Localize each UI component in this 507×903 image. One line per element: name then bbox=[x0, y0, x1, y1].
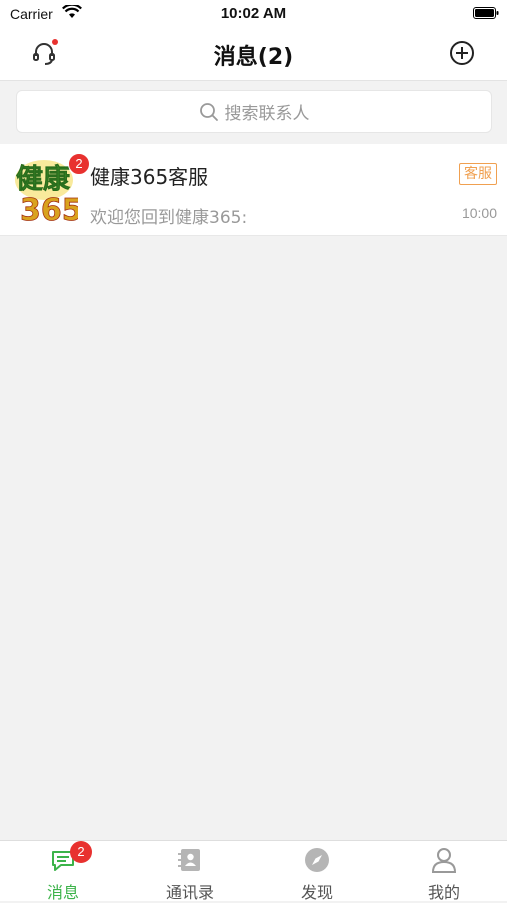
unread-badge: 2 bbox=[68, 153, 90, 175]
tab-contacts[interactable]: 通讯录 bbox=[127, 841, 253, 902]
tab-label: 发现 bbox=[300, 883, 333, 902]
tab-discover[interactable]: 发现 bbox=[254, 841, 380, 902]
tab-mine[interactable]: 我的 bbox=[381, 841, 507, 902]
add-button[interactable] bbox=[449, 40, 475, 66]
status-time: 10:02 AM bbox=[220, 5, 287, 22]
tab-messages[interactable]: 2 消息 bbox=[0, 841, 126, 902]
svg-text:健康: 健康 bbox=[16, 163, 71, 195]
conversation-name: 健康365客服 bbox=[90, 165, 209, 189]
compass-icon bbox=[305, 848, 329, 872]
conversation-preview: 欢迎您回到健康365: bbox=[90, 208, 248, 228]
tab-badge: 2 bbox=[70, 841, 92, 863]
tab-bar: 2 消息 通讯录 发现 我的 bbox=[0, 840, 507, 902]
svg-text:365: 365 bbox=[20, 193, 78, 224]
service-tag: 客服 bbox=[459, 163, 497, 185]
search-icon bbox=[199, 102, 218, 121]
tab-label: 通讯录 bbox=[165, 883, 214, 902]
status-bar: Carrier 10:02 AM bbox=[0, 0, 507, 26]
battery-icon bbox=[473, 7, 499, 19]
search-input[interactable]: 搜索联系人 bbox=[16, 90, 492, 133]
conversation-time: 10:00 bbox=[461, 205, 497, 221]
contacts-icon bbox=[178, 849, 200, 871]
tab-label: 消息 bbox=[46, 883, 79, 902]
user-icon bbox=[431, 848, 457, 873]
tab-label: 我的 bbox=[427, 883, 460, 902]
nav-bar: 消息(2) bbox=[0, 26, 507, 81]
search-area: 搜索联系人 bbox=[0, 81, 507, 141]
search-placeholder: 搜索联系人 bbox=[224, 104, 310, 124]
plus-circle-icon bbox=[450, 41, 474, 65]
page-title: 消息(2) bbox=[213, 45, 294, 70]
